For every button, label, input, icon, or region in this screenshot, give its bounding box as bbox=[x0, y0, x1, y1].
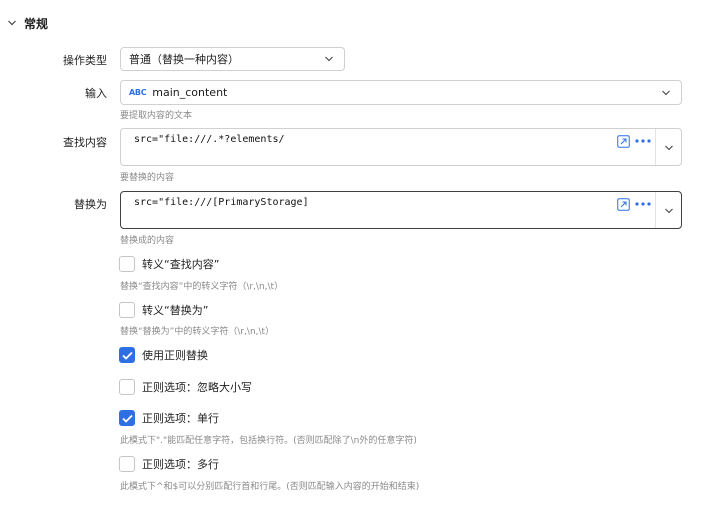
ignore-case-label: 正则选项：忽略大小写 bbox=[142, 381, 252, 394]
option-single-line[interactable]: 正则选项：单行 bbox=[119, 410, 219, 426]
operation-type-value: 普通（替换一种内容） bbox=[129, 53, 239, 66]
more-options-icon[interactable] bbox=[634, 197, 652, 211]
single-line-hint: 此模式下"."能匹配任意字符，包括换行符。(否则匹配除了\n外的任意字符) bbox=[120, 436, 417, 446]
option-use-regex[interactable]: 使用正则替换 bbox=[119, 347, 208, 363]
option-escape-find[interactable]: 转义“查找内容” bbox=[119, 256, 219, 272]
expand-icon[interactable] bbox=[616, 197, 630, 211]
find-value: src="file:///.*?elements/ bbox=[134, 134, 285, 145]
multi-line-label: 正则选项：多行 bbox=[142, 458, 219, 471]
string-type-icon: ABC bbox=[129, 88, 147, 97]
chevron-down-icon[interactable] bbox=[4, 15, 20, 31]
escape-replace-checkbox[interactable] bbox=[119, 302, 135, 318]
find-hint: 要替换的内容 bbox=[120, 173, 175, 183]
escape-find-hint: 替换“查找内容”中的转义字符（\r,\n,\t） bbox=[120, 282, 284, 292]
replace-value: src="file:///[PrimaryStorage] bbox=[134, 197, 309, 208]
chevron-down-icon bbox=[322, 52, 336, 66]
find-label: 查找内容 bbox=[63, 136, 107, 149]
single-line-checkbox[interactable] bbox=[119, 410, 135, 426]
operation-type-select[interactable]: 普通（替换一种内容） bbox=[120, 47, 345, 71]
option-ignore-case[interactable]: 正则选项：忽略大小写 bbox=[119, 379, 252, 395]
use-regex-label: 使用正则替换 bbox=[142, 349, 208, 362]
option-escape-replace[interactable]: 转义“替换为” bbox=[119, 302, 208, 318]
escape-find-checkbox[interactable] bbox=[119, 256, 135, 272]
operation-type-label: 操作类型 bbox=[63, 54, 107, 67]
escape-replace-label: 转义“替换为” bbox=[142, 304, 209, 317]
textarea-divider bbox=[655, 192, 656, 228]
section-title: 常规 bbox=[24, 16, 49, 31]
input-label: 输入 bbox=[85, 87, 107, 100]
more-options-icon[interactable] bbox=[634, 134, 652, 148]
section-header-general[interactable]: 常规 bbox=[0, 12, 48, 34]
chevron-down-icon[interactable] bbox=[662, 141, 676, 155]
checkmark-icon bbox=[121, 351, 133, 360]
escape-find-label: 转义“查找内容” bbox=[142, 258, 220, 271]
textarea-divider bbox=[655, 129, 656, 165]
checkmark-icon bbox=[121, 414, 133, 423]
replace-textarea[interactable]: src="file:///[PrimaryStorage] bbox=[120, 191, 682, 229]
use-regex-checkbox[interactable] bbox=[119, 347, 135, 363]
escape-replace-hint: 替换“替换为”中的转义字符（\r,\n,\t） bbox=[120, 327, 275, 337]
find-textarea[interactable]: src="file:///.*?elements/ bbox=[120, 128, 682, 166]
replace-label: 替换为 bbox=[74, 198, 107, 211]
chevron-down-icon bbox=[659, 86, 673, 100]
expand-icon[interactable] bbox=[616, 134, 630, 148]
chevron-down-icon[interactable] bbox=[662, 204, 676, 218]
option-multi-line[interactable]: 正则选项：多行 bbox=[119, 456, 219, 472]
input-variable-select[interactable]: ABC main_content bbox=[120, 80, 682, 105]
ignore-case-checkbox[interactable] bbox=[119, 379, 135, 395]
multi-line-hint: 此模式下^和$可以分别匹配行首和行尾。(否则匹配输入内容的开始和结束) bbox=[120, 482, 420, 492]
input-hint: 要提取内容的文本 bbox=[120, 111, 193, 121]
input-variable-value: main_content bbox=[152, 86, 228, 99]
multi-line-checkbox[interactable] bbox=[119, 456, 135, 472]
single-line-label: 正则选项：单行 bbox=[142, 412, 219, 425]
replace-hint: 替换成的内容 bbox=[120, 236, 175, 246]
